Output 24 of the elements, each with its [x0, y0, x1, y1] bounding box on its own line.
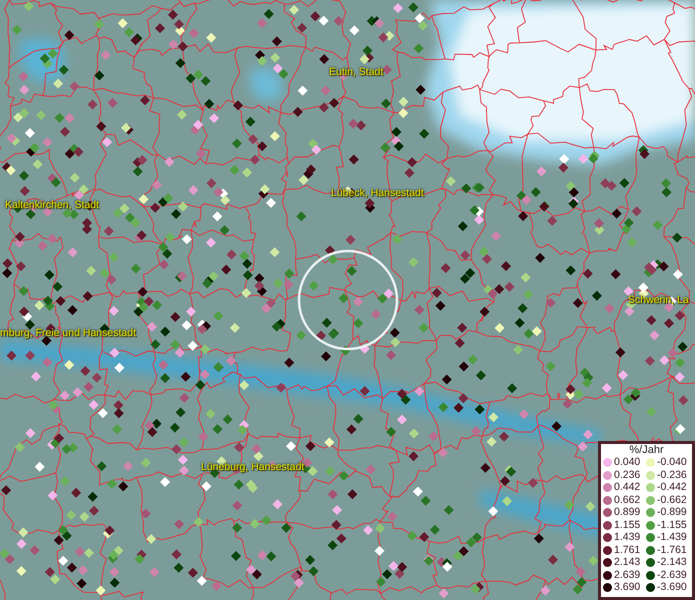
legend-value: -0.662 — [657, 494, 688, 506]
legend-value: 1.155 — [614, 520, 642, 531]
legend-value: -1.439 — [657, 532, 688, 544]
legend-value: -1.761 — [657, 544, 688, 556]
legend-value: -0.899 — [657, 507, 688, 518]
legend-value: 0.899 — [614, 507, 642, 518]
legend-value: -0.040 — [657, 457, 688, 468]
legend-value: 0.442 — [614, 482, 642, 494]
place-label: Eutin, Stadt — [329, 66, 384, 78]
legend-value: -1.155 — [657, 520, 688, 531]
legend-value: -3.690 — [657, 582, 688, 594]
legend-value: -2.639 — [657, 570, 688, 581]
legend-value: 3.690 — [614, 582, 642, 594]
legend-value: 0.236 — [614, 470, 642, 481]
legend-title: %/Jahr — [628, 444, 665, 457]
legend-value: 1.761 — [614, 544, 642, 556]
legend-value: 0.662 — [614, 494, 642, 506]
legend-value: -0.442 — [657, 482, 688, 494]
legend-value: 0.040 — [614, 457, 642, 468]
legend-value: -0.236 — [657, 470, 688, 481]
legend-value: -2.143 — [657, 557, 688, 568]
legend-value: 1.439 — [614, 532, 642, 544]
legend-value: 2.639 — [614, 570, 642, 581]
legend-value: 2.143 — [614, 557, 642, 568]
